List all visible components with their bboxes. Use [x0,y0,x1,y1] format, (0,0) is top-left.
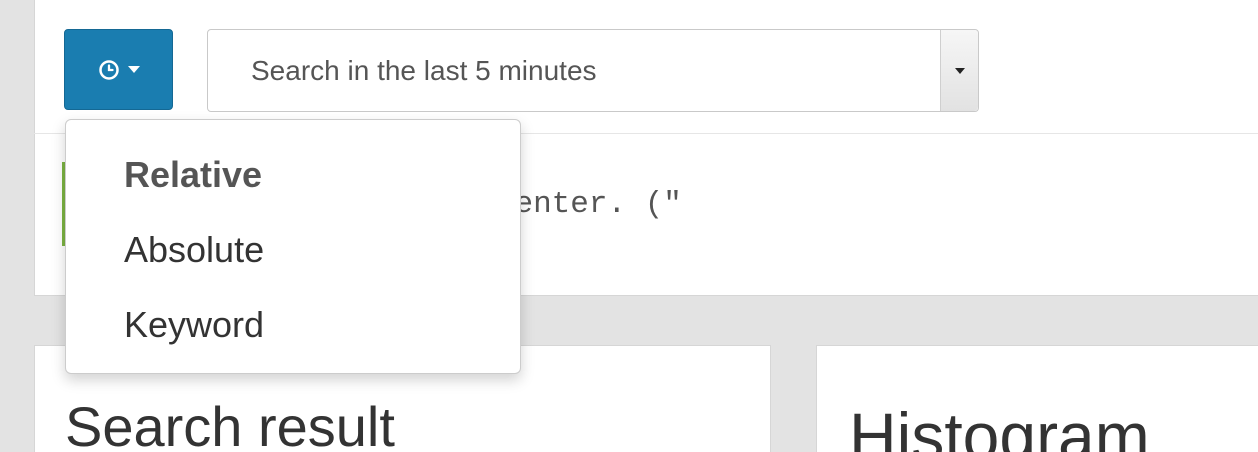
histogram-title: Histogram [849,399,1150,452]
search-result-title: Search result [65,395,395,452]
histogram-panel: Histogram [816,345,1258,452]
menu-item-keyword[interactable]: Keyword [124,304,264,346]
clock-icon [98,59,120,81]
menu-item-relative[interactable]: Relative [124,154,262,196]
menu-item-absolute[interactable]: Absolute [124,229,264,271]
relative-range-select[interactable]: Search in the last 5 minutes [207,29,979,112]
time-range-type-menu: Relative Absolute Keyword [65,119,521,374]
time-range-menu-button[interactable] [64,29,173,110]
range-select-value: Search in the last 5 minutes [251,54,597,86]
search-page: Search in the last 5 minutes ch query he… [0,0,1258,452]
select-arrow-icon[interactable] [940,30,978,111]
caret-down-icon [127,66,140,73]
